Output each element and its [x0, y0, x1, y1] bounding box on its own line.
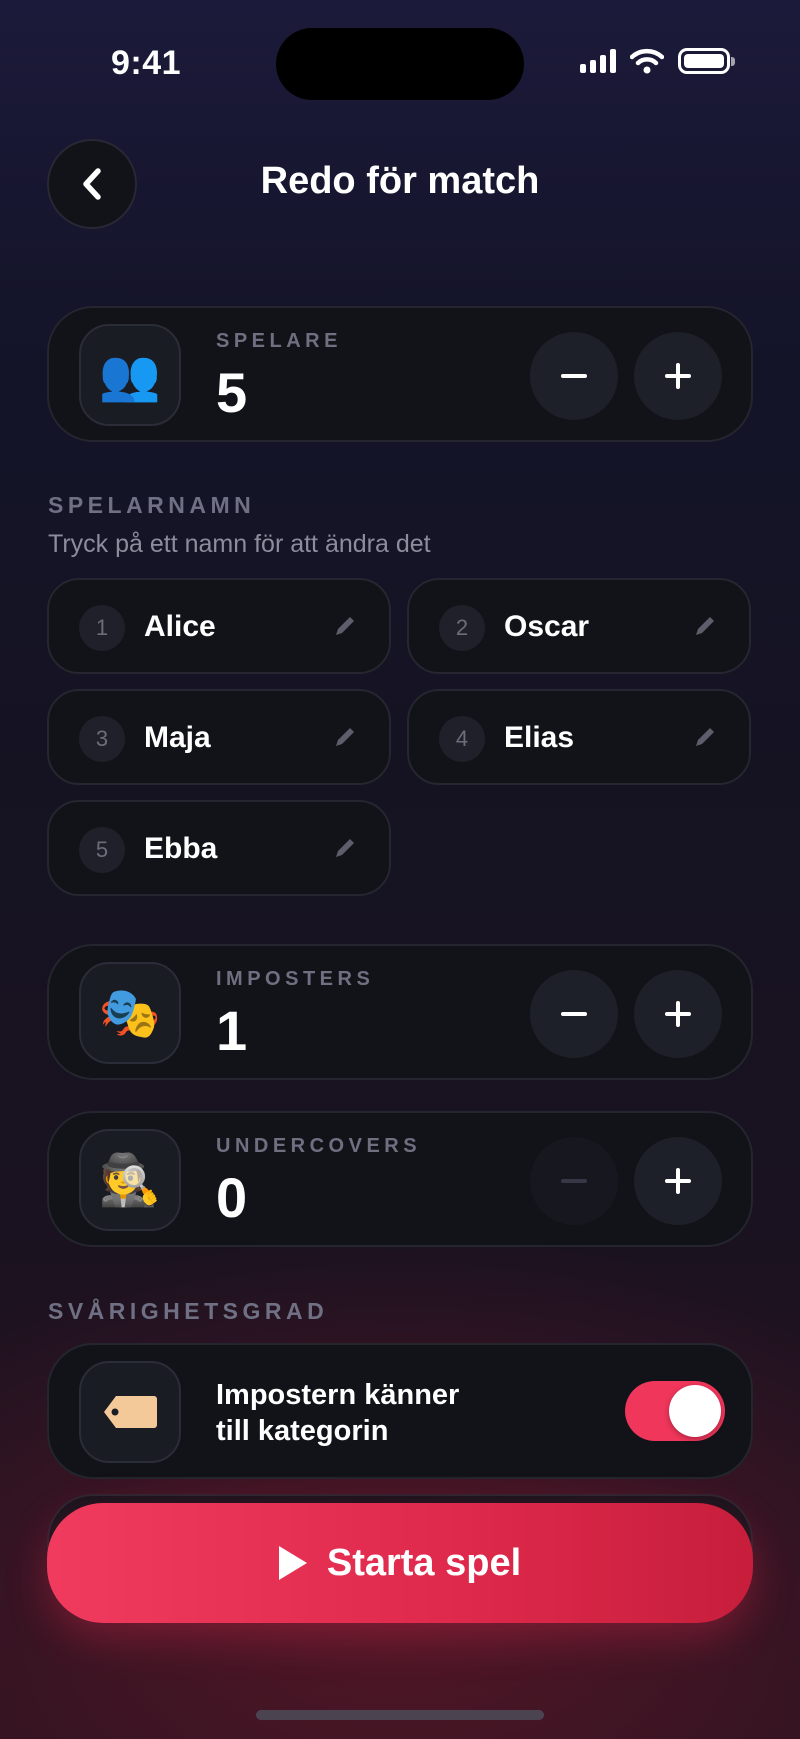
battery-icon — [678, 48, 735, 74]
player-name: Elias — [504, 721, 575, 754]
player-number: 5 — [79, 827, 125, 873]
status-time: 9:41 — [111, 44, 182, 82]
dynamic-island — [276, 28, 524, 100]
player-names-heading: SPELARNAMN — [48, 492, 256, 518]
theater-masks-icon: 🎭 — [79, 962, 181, 1064]
busts-icon: 👥 — [79, 324, 181, 426]
undercovers-label: UNDERCOVERS — [216, 1135, 422, 1157]
status-icons — [580, 48, 735, 74]
minus-icon — [561, 374, 587, 378]
players-card: 👥 SPELARE 5 — [47, 306, 753, 442]
player-name: Oscar — [504, 610, 590, 643]
difficulty-card: Impostern känner till kategorin — [47, 1343, 753, 1479]
player-name-chip[interactable]: 5 Ebba — [47, 800, 391, 896]
player-name: Ebba — [144, 832, 218, 865]
difficulty-heading: SVÅRIGHETSGRAD — [48, 1298, 329, 1324]
imposters-count: 1 — [216, 999, 248, 1062]
player-name-chip[interactable]: 3 Maja — [47, 689, 391, 785]
toggle-knob — [669, 1385, 721, 1437]
pencil-icon — [336, 728, 354, 746]
page-title: Redo för match — [260, 160, 540, 202]
imposters-increase-button[interactable] — [634, 970, 722, 1058]
imposters-decrease-button[interactable] — [530, 970, 618, 1058]
category-toggle-text: Impostern känner till kategorin — [216, 1377, 459, 1449]
undercovers-decrease-button[interactable] — [530, 1137, 618, 1225]
wifi-icon — [630, 48, 664, 74]
player-name-chip[interactable]: 1 Alice — [47, 578, 391, 674]
category-toggle-line2: till kategorin — [216, 1415, 389, 1447]
player-number: 2 — [439, 605, 485, 651]
player-name: Maja — [144, 721, 211, 754]
player-number: 4 — [439, 716, 485, 762]
players-label: SPELARE — [216, 330, 342, 352]
player-name-chip[interactable]: 4 Elias — [407, 689, 751, 785]
player-number: 1 — [79, 605, 125, 651]
player-names-hint: Tryck på ett namn för att ändra det — [48, 530, 431, 558]
home-indicator[interactable] — [256, 1710, 544, 1720]
player-number: 3 — [79, 716, 125, 762]
minus-icon — [561, 1012, 587, 1016]
minus-icon — [561, 1179, 587, 1183]
undercovers-card: 🕵️ UNDERCOVERS 0 — [47, 1111, 753, 1247]
category-toggle-line1: Impostern känner — [216, 1379, 460, 1411]
start-game-button[interactable]: Starta spel — [47, 1503, 753, 1623]
players-count: 5 — [216, 361, 248, 424]
pencil-icon — [336, 839, 354, 857]
pencil-icon — [696, 617, 714, 635]
category-toggle-switch[interactable] — [625, 1381, 725, 1441]
label-tag-icon — [79, 1361, 181, 1463]
players-decrease-button[interactable] — [530, 332, 618, 420]
play-icon — [278, 1546, 307, 1580]
pencil-icon — [336, 617, 354, 635]
undercovers-increase-button[interactable] — [634, 1137, 722, 1225]
pencil-icon — [696, 728, 714, 746]
player-name: Alice — [144, 610, 216, 643]
detective-icon: 🕵️ — [79, 1129, 181, 1231]
player-name-chip[interactable]: 2 Oscar — [407, 578, 751, 674]
players-increase-button[interactable] — [634, 332, 722, 420]
imposters-label: IMPOSTERS — [216, 968, 375, 990]
imposters-card: 🎭 IMPOSTERS 1 — [47, 944, 753, 1080]
start-game-label: Starta spel — [326, 1541, 522, 1584]
cellular-signal-icon — [580, 49, 616, 73]
undercovers-count: 0 — [216, 1166, 248, 1229]
